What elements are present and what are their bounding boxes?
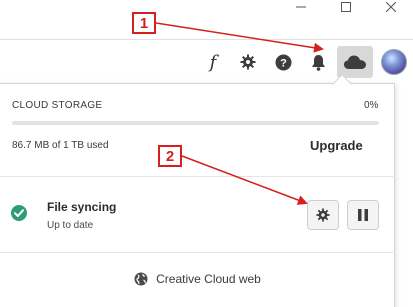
window-controls <box>278 0 413 14</box>
file-syncing-status: Up to date <box>47 220 94 231</box>
maximize-button[interactable] <box>323 0 368 14</box>
gear-icon <box>240 54 256 70</box>
header-divider <box>0 39 413 40</box>
sync-pause-button[interactable] <box>347 200 379 230</box>
check-circle-icon <box>11 205 27 221</box>
notifications-button[interactable] <box>302 47 334 77</box>
fonts-button[interactable]: f <box>197 47 229 77</box>
globe-icon <box>134 272 148 286</box>
panel-divider <box>0 252 395 253</box>
file-syncing-title: File syncing <box>47 200 117 214</box>
bell-icon <box>311 54 325 71</box>
panel-divider <box>0 176 395 177</box>
creative-cloud-web-label: Creative Cloud web <box>156 272 261 286</box>
close-icon <box>385 2 396 12</box>
svg-text:?: ? <box>280 57 287 69</box>
gear-icon <box>316 208 330 222</box>
creative-cloud-web-link[interactable]: Creative Cloud web <box>0 272 395 286</box>
maximize-icon <box>340 2 351 12</box>
toolbar: f ? <box>194 46 413 78</box>
annotation-callout-2: 2 <box>158 145 182 167</box>
help-button[interactable]: ? <box>267 47 299 77</box>
sync-settings-button[interactable] <box>307 200 339 230</box>
annotation-callout-1: 1 <box>132 12 156 34</box>
cloud-icon <box>344 55 366 69</box>
storage-used-text: 86.7 MB of 1 TB used <box>12 140 109 151</box>
help-icon: ? <box>275 54 291 70</box>
storage-percent: 0% <box>364 100 379 111</box>
avatar[interactable] <box>381 49 407 75</box>
storage-label: CLOUD STORAGE <box>12 100 103 111</box>
settings-button[interactable] <box>232 47 264 77</box>
pause-icon <box>358 209 368 221</box>
close-button[interactable] <box>368 0 413 14</box>
upgrade-link[interactable]: Upgrade <box>310 138 363 153</box>
cloud-button[interactable] <box>337 46 373 78</box>
minimize-icon <box>295 6 306 8</box>
storage-progress-bar <box>12 121 379 125</box>
fonts-icon: f <box>209 51 217 73</box>
minimize-button[interactable] <box>278 0 323 14</box>
